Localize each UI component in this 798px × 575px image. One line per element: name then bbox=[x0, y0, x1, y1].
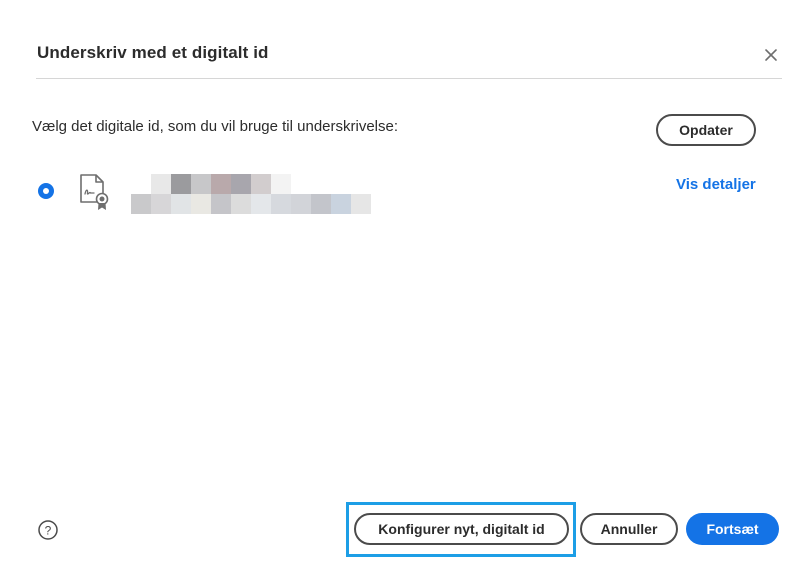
select-id-prompt: Vælg det digitale id, som du vil bruge t… bbox=[32, 118, 399, 135]
digital-id-radio[interactable] bbox=[38, 183, 54, 199]
svg-text:?: ? bbox=[45, 524, 52, 538]
view-details-link[interactable]: Vis detaljer bbox=[676, 176, 756, 193]
cancel-button[interactable]: Annuller bbox=[580, 513, 678, 545]
sign-with-digital-id-dialog: Underskriv med et digitalt id Vælg det d… bbox=[0, 0, 798, 575]
title-divider bbox=[36, 78, 782, 79]
continue-button[interactable]: Fortsæt bbox=[686, 513, 779, 545]
close-icon[interactable] bbox=[760, 44, 782, 66]
certificate-document-icon bbox=[80, 174, 109, 210]
update-button[interactable]: Opdater bbox=[656, 114, 756, 146]
configure-new-digital-id-button[interactable]: Konfigurer nyt, digitalt id bbox=[354, 513, 569, 545]
help-icon[interactable]: ? bbox=[37, 519, 59, 541]
dialog-title: Underskriv med et digitalt id bbox=[37, 43, 269, 62]
digital-id-name-redacted bbox=[131, 174, 371, 214]
